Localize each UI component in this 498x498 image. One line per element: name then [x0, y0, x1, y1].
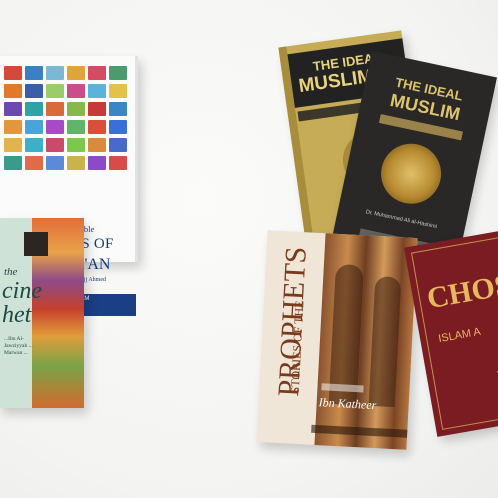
cover-thumbnail [67, 120, 85, 134]
cover-thumbnail [25, 66, 43, 80]
cover-thumbnail [25, 120, 43, 134]
cover-thumbnail [4, 156, 22, 170]
cover-thumbnail [88, 102, 106, 116]
cover-image-grid [4, 66, 132, 170]
book-stories-of-the-prophets: STORIES OF THE PROPHETS Ibn Katheer [256, 230, 418, 450]
cover-thumbnail [4, 120, 22, 134]
cover-thumbnail [88, 138, 106, 152]
book-chosen: CHOSE ISLAM A T [404, 231, 498, 437]
cover-thumbnail [109, 102, 127, 116]
cover-thumbnail [25, 138, 43, 152]
book-author: Dr. Muhammad Ali al-Hashimi [365, 209, 438, 231]
cover-thumbnail [67, 138, 85, 152]
book-author: Ibn Katheer [318, 395, 377, 413]
cover-medallion [375, 138, 447, 210]
cover-thumbnail [4, 66, 22, 80]
cover-thumbnail [46, 120, 64, 134]
cover-thumbnail [88, 120, 106, 134]
cover-thumbnail [67, 102, 85, 116]
cover-thumbnail [109, 84, 127, 98]
cover-thumbnail [4, 138, 22, 152]
cover-thumbnail [109, 138, 127, 152]
cover-thumbnail [46, 102, 64, 116]
cover-thumbnail [88, 156, 106, 170]
cover-thumbnail [109, 66, 127, 80]
book-small-text: ...Ibn Al-Jawziyyah ... Marwan ... [4, 336, 33, 356]
cover-architecture-photo [314, 233, 418, 450]
book-title-large: PROPHETS [271, 245, 313, 398]
cover-thumbnail [88, 66, 106, 80]
cover-thumbnail [46, 84, 64, 98]
cover-thumbnail [109, 156, 127, 170]
cover-thumbnail [67, 84, 85, 98]
cover-thumbnail [88, 84, 106, 98]
cover-thumbnail [46, 138, 64, 152]
cover-thumbnail [67, 66, 85, 80]
book-title-word-1: the [4, 266, 18, 278]
cover-thumbnail [25, 84, 43, 98]
book-title-word-2: cine [2, 278, 42, 304]
cover-thumbnail [25, 156, 43, 170]
cover-thumbnail [46, 156, 64, 170]
cover-thumbnail [109, 120, 127, 134]
cover-thumbnail [67, 156, 85, 170]
book-medicine-of-the-prophet: the cine het ...Ibn Al-Jawziyyah ... Mar… [0, 218, 84, 408]
cover-thumbnail [4, 84, 22, 98]
cover-thumbnail [4, 102, 22, 116]
cover-dark-square [24, 232, 48, 256]
cover-thumbnail [25, 102, 43, 116]
book-title-word-3: het [2, 302, 32, 328]
cover-thumbnail [46, 66, 64, 80]
book-photo-scene: The Unchallengeable MIRACLES OF THE QUR'… [0, 0, 498, 498]
